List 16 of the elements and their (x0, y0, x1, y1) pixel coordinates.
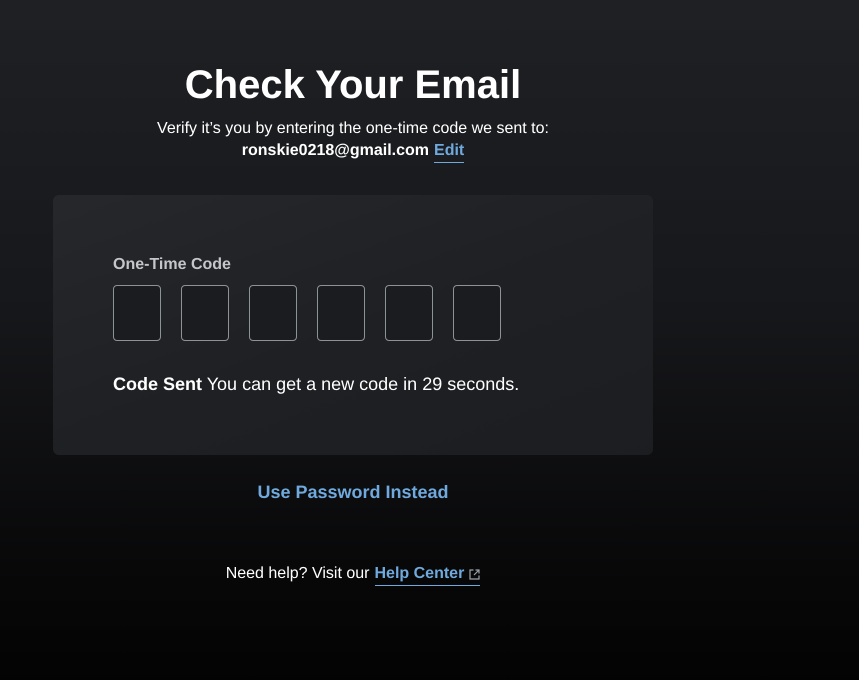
code-digit-field[interactable] (453, 285, 501, 341)
email-address: ronskie0218@gmail.com (242, 141, 430, 161)
page-title: Check Your Email (184, 62, 522, 108)
code-digit-field[interactable] (113, 285, 161, 341)
code-digit-field[interactable] (317, 285, 365, 341)
use-password-link[interactable]: Use Password Instead (257, 481, 449, 503)
external-link-icon (469, 568, 480, 580)
code-digit-field[interactable] (181, 285, 229, 341)
code-digit-field[interactable] (385, 285, 433, 341)
edit-link[interactable]: Edit (434, 140, 464, 163)
help-text: Need help? Visit our Help Center (226, 563, 480, 586)
instruction-text: Verify it’s you by entering the one-time code we sent to: (157, 119, 549, 139)
help-center-link[interactable]: Help Center (374, 563, 480, 586)
code-digit-field[interactable] (249, 285, 297, 341)
status-message: Code Sent You can get a new code in 29 seconds. (113, 373, 520, 395)
code-label: One-Time Code (113, 255, 231, 275)
